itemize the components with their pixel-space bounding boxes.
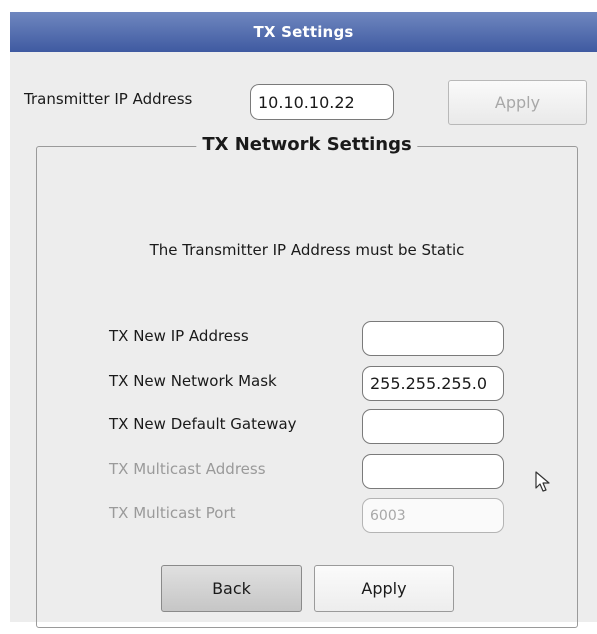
back-button[interactable]: Back [161, 565, 302, 612]
tx-multicast-port-label: TX Multicast Port [109, 504, 236, 522]
transmitter-ip-label: Transmitter IP Address [24, 90, 193, 108]
mouse-pointer-icon [535, 471, 550, 492]
group-title: TX Network Settings [196, 134, 418, 155]
network-apply-button[interactable]: Apply [314, 565, 454, 612]
tx-multicast-address-input[interactable] [362, 454, 504, 489]
tx-new-network-mask-label: TX New Network Mask [109, 372, 277, 390]
tx-new-network-mask-input[interactable] [362, 366, 504, 401]
tx-multicast-address-label: TX Multicast Address [109, 460, 266, 478]
tx-new-default-gateway-input[interactable] [362, 409, 504, 444]
tx-settings-window: TX Settings Transmitter IP Address Apply… [10, 12, 597, 628]
static-ip-message: The Transmitter IP Address must be Stati… [149, 241, 465, 259]
transmitter-apply-button[interactable]: Apply [448, 80, 587, 125]
tx-new-ip-input[interactable] [362, 321, 504, 356]
tx-multicast-port-input[interactable] [362, 498, 504, 533]
window-title: TX Settings [253, 23, 354, 41]
window-titlebar: TX Settings [10, 12, 597, 52]
tx-new-ip-label: TX New IP Address [109, 327, 249, 345]
tx-new-default-gateway-label: TX New Default Gateway [109, 415, 297, 433]
tx-network-settings-group: TX Network Settings The Transmitter IP A… [36, 134, 578, 628]
transmitter-ip-input[interactable] [250, 84, 394, 120]
